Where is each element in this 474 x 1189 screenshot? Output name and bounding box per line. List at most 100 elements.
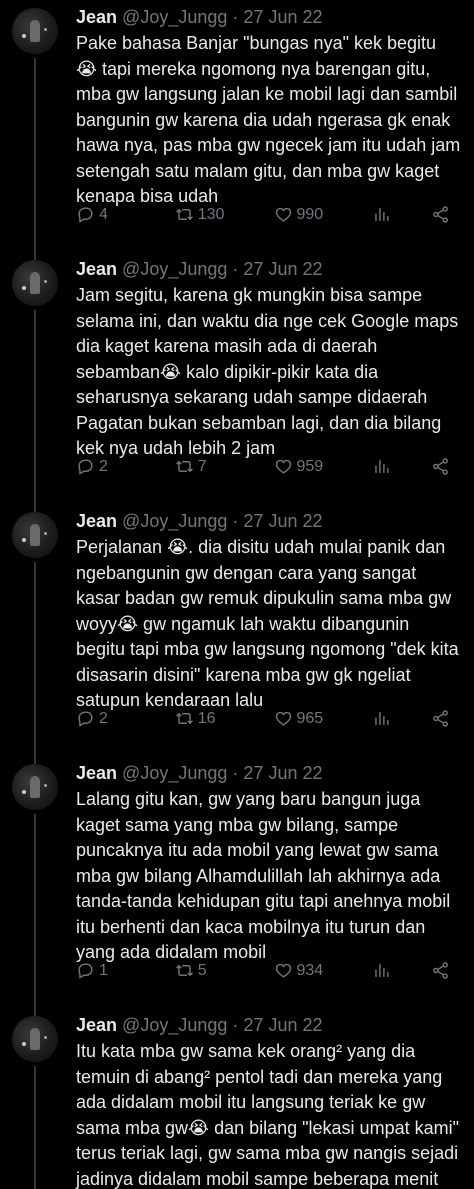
views-button[interactable]	[372, 961, 412, 980]
share-button[interactable]	[431, 457, 450, 476]
tweet[interactable]: Jean @Joy_Jungg · 27 Jun 22 Jam segitu, …	[0, 252, 474, 514]
thread-line	[34, 814, 36, 1018]
reply-button[interactable]: 4	[76, 205, 156, 224]
tweet-header: Jean @Joy_Jungg · 27 Jun 22	[76, 258, 462, 280]
avatar[interactable]	[12, 260, 58, 306]
like-button[interactable]: 990	[274, 205, 354, 224]
tweet-date[interactable]: 27 Jun 22	[243, 1015, 322, 1035]
tweet-actions: 1 5 934	[76, 961, 450, 980]
thread-line	[34, 310, 36, 514]
retweet-icon	[175, 460, 193, 473]
reply-count: 1	[99, 961, 108, 979]
avatar[interactable]	[12, 512, 58, 558]
author-handle[interactable]: @Joy_Jungg	[122, 259, 227, 279]
author-handle[interactable]: @Joy_Jungg	[122, 7, 227, 27]
share-button[interactable]	[431, 205, 450, 224]
views-button[interactable]	[372, 457, 412, 476]
heart-icon	[275, 963, 291, 978]
tweet-thread: Jean @Joy_Jungg · 27 Jun 22 Pake bahasa …	[0, 0, 474, 1189]
views-icon	[375, 712, 389, 725]
views-icon	[375, 460, 389, 473]
author-name[interactable]: Jean	[76, 763, 117, 783]
reply-button[interactable]: 2	[76, 709, 156, 728]
share-icon	[433, 962, 448, 979]
like-count: 959	[296, 457, 324, 475]
retweet-icon	[175, 712, 193, 725]
tweet-header: Jean @Joy_Jungg · 27 Jun 22	[76, 762, 462, 784]
tweet-date[interactable]: 27 Jun 22	[243, 511, 322, 531]
author-handle[interactable]: @Joy_Jungg	[122, 763, 227, 783]
tweet-text: Perjalanan 😭. dia disitu udah mulai pani…	[76, 537, 459, 710]
tweet-text: Pake bahasa Banjar "bungas nya" kek begi…	[76, 33, 461, 206]
reply-icon	[78, 963, 93, 979]
reply-icon	[78, 711, 93, 727]
tweet-actions: 2 16 965	[76, 709, 450, 728]
tweet[interactable]: Jean @Joy_Jungg · 27 Jun 22 Pake bahasa …	[0, 0, 474, 262]
views-button[interactable]	[372, 205, 412, 224]
avatar-rail	[12, 6, 64, 262]
separator: ·	[232, 763, 239, 783]
views-button[interactable]	[372, 709, 412, 728]
avatar-rail	[12, 762, 64, 1018]
avatar-rail	[12, 1014, 64, 1189]
tweet-date[interactable]: 27 Jun 22	[243, 259, 322, 279]
like-button[interactable]: 959	[274, 457, 354, 476]
retweet-button[interactable]: 130	[175, 205, 255, 224]
like-button[interactable]: 934	[274, 961, 354, 980]
like-count: 990	[296, 205, 324, 223]
retweet-count: 5	[197, 961, 207, 979]
thread-line	[34, 58, 36, 262]
heart-icon	[275, 459, 291, 474]
views-icon	[375, 208, 389, 221]
reply-icon	[78, 459, 93, 475]
avatar[interactable]	[12, 764, 58, 810]
share-button[interactable]	[431, 709, 450, 728]
share-icon	[433, 206, 448, 223]
author-name[interactable]: Jean	[76, 511, 117, 531]
share-icon	[433, 458, 448, 475]
reply-icon	[78, 207, 93, 223]
like-count: 965	[296, 709, 324, 727]
tweet-actions: 2 7 959	[76, 457, 450, 476]
avatar[interactable]	[12, 1016, 58, 1062]
retweet-button[interactable]: 5	[175, 961, 255, 980]
tweet-date[interactable]: 27 Jun 22	[243, 7, 322, 27]
reply-count: 4	[99, 205, 108, 223]
tweet[interactable]: Jean @Joy_Jungg · 27 Jun 22 Itu kata mba…	[0, 1008, 474, 1189]
tweet-date[interactable]: 27 Jun 22	[243, 763, 322, 783]
separator: ·	[232, 1015, 239, 1035]
author-name[interactable]: Jean	[76, 259, 117, 279]
tweet-text: Itu kata mba gw sama kek orang² yang dia…	[76, 1041, 459, 1189]
thread-line	[34, 1066, 36, 1189]
retweet-count: 7	[197, 457, 207, 475]
retweet-button[interactable]: 7	[175, 457, 255, 476]
retweet-icon	[175, 208, 193, 221]
retweet-button[interactable]: 16	[175, 709, 255, 728]
like-count: 934	[296, 961, 324, 979]
tweet-text: Lalang gitu kan, gw yang baru bangun jug…	[76, 789, 451, 962]
author-name[interactable]: Jean	[76, 7, 117, 27]
thread-line	[34, 562, 36, 766]
author-name[interactable]: Jean	[76, 1015, 117, 1035]
separator: ·	[232, 259, 239, 279]
like-button[interactable]: 965	[274, 709, 354, 728]
share-button[interactable]	[431, 961, 450, 980]
tweet-header: Jean @Joy_Jungg · 27 Jun 22	[76, 510, 462, 532]
reply-count: 2	[99, 709, 108, 727]
author-handle[interactable]: @Joy_Jungg	[122, 511, 227, 531]
tweet-actions: 4 130 990	[76, 205, 450, 224]
reply-button[interactable]: 2	[76, 457, 156, 476]
retweet-icon	[175, 964, 193, 977]
author-handle[interactable]: @Joy_Jungg	[122, 1015, 227, 1035]
tweet[interactable]: Jean @Joy_Jungg · 27 Jun 22 Lalang gitu …	[0, 756, 474, 1018]
share-icon	[433, 710, 448, 727]
tweet-text: Jam segitu, karena gk mungkin bisa sampe…	[76, 285, 459, 458]
tweet[interactable]: Jean @Joy_Jungg · 27 Jun 22 Perjalanan 😭…	[0, 504, 474, 766]
separator: ·	[232, 511, 239, 531]
tweet-header: Jean @Joy_Jungg · 27 Jun 22	[76, 1014, 462, 1036]
reply-button[interactable]: 1	[76, 961, 156, 980]
avatar[interactable]	[12, 8, 58, 54]
separator: ·	[232, 7, 239, 27]
heart-icon	[275, 207, 291, 222]
retweet-count: 16	[197, 709, 216, 727]
